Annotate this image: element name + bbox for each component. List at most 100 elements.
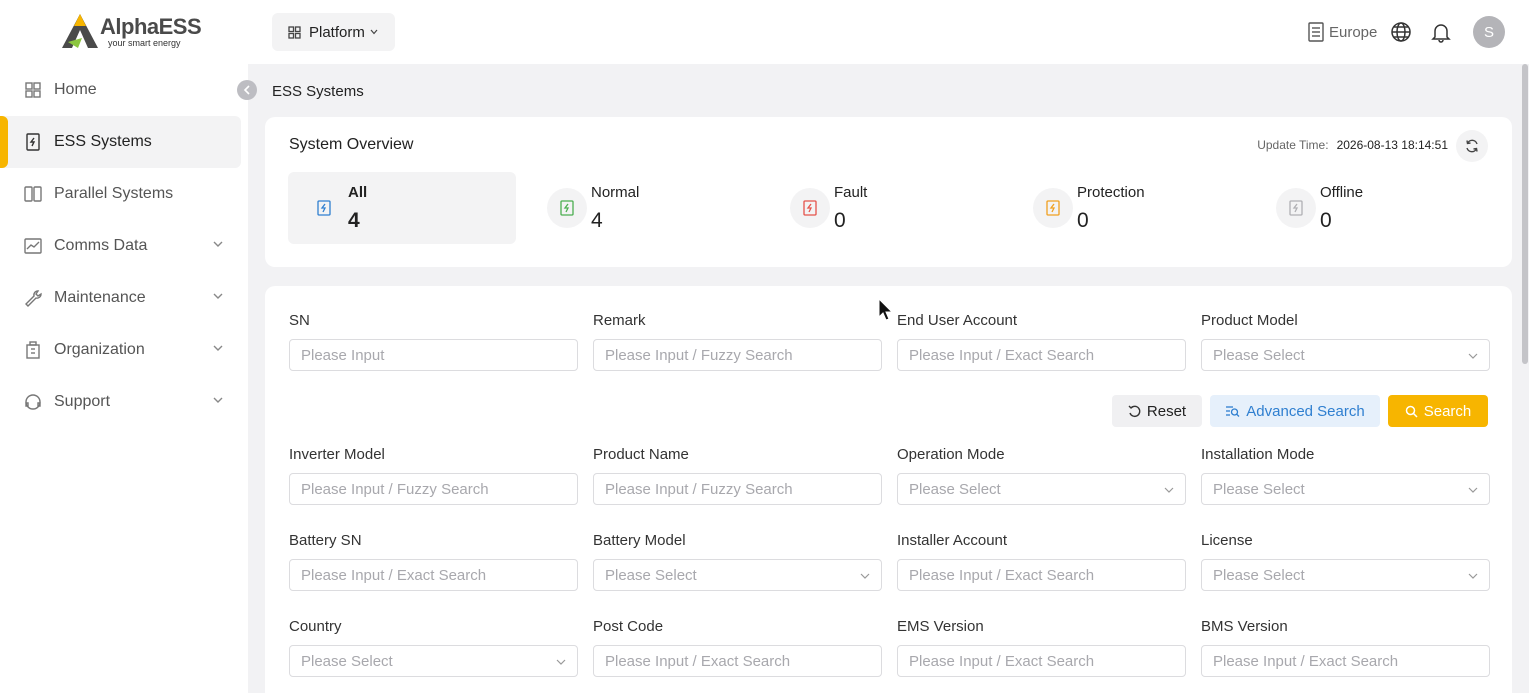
ess-status-icon <box>304 188 344 228</box>
sidebar-item-ess-systems[interactable]: ESS Systems <box>0 116 241 168</box>
globe-icon[interactable] <box>1390 21 1412 43</box>
reset-icon <box>1128 405 1141 417</box>
battery-model-select[interactable]: Please Select <box>593 559 882 591</box>
avatar[interactable]: S <box>1473 16 1505 48</box>
battery-sn-label: Battery SN <box>289 532 362 549</box>
end-user-account-input[interactable]: Please Input / Exact Search <box>897 339 1186 371</box>
advanced-search-button[interactable]: Advanced Search <box>1210 395 1380 427</box>
stat-label: Offline <box>1320 184 1364 201</box>
region-selector[interactable]: Europe <box>1307 22 1377 42</box>
battery-sn-input[interactable]: Please Input / Exact Search <box>289 559 578 591</box>
select-placeholder: Please Select <box>1213 480 1305 498</box>
product-model-select[interactable]: Please Select <box>1201 339 1490 371</box>
inverter-model-input[interactable]: Please Input / Fuzzy Search <box>289 473 578 505</box>
scrollbar-thumb[interactable] <box>1522 64 1528 364</box>
sidebar-item-label: Organization <box>54 341 145 358</box>
stat-all[interactable]: All 4 <box>288 172 516 244</box>
logo-brand: AlphaESS <box>100 14 202 39</box>
grid-icon <box>288 25 301 39</box>
chevron-down-icon <box>213 241 223 247</box>
sidebar-item-maintenance[interactable]: Maintenance <box>0 272 248 324</box>
support-icon <box>24 393 42 411</box>
page-scrollbar[interactable] <box>1521 64 1529 693</box>
license-label: License <box>1201 532 1253 549</box>
select-placeholder: Please Select <box>1213 346 1305 364</box>
ess-status-icon <box>1033 188 1073 228</box>
chevron-down-icon <box>213 345 223 351</box>
reset-button[interactable]: Reset <box>1112 395 1202 427</box>
chevron-down-icon <box>1468 487 1478 493</box>
advanced-search-label: Advanced Search <box>1246 402 1365 420</box>
sidebar-item-home[interactable]: Home <box>0 64 248 116</box>
operation-mode-select[interactable]: Please Select <box>897 473 1186 505</box>
ess-status-icon <box>1276 188 1316 228</box>
sidebar-item-label: Parallel Systems <box>54 185 174 202</box>
update-time-value: 2026-08-13 18:14:51 <box>1336 138 1448 152</box>
post-code-label: Post Code <box>593 618 664 635</box>
stat-normal[interactable]: Normal 4 <box>531 172 759 244</box>
product-name-label: Product Name <box>593 446 689 463</box>
country-select[interactable]: Please Select <box>289 645 578 677</box>
ess-status-icon <box>790 188 830 228</box>
logo-tagline: your smart energy <box>108 38 181 48</box>
stat-count: 0 <box>1320 209 1332 232</box>
search-label: Search <box>1423 402 1472 420</box>
sidebar-item-label: Home <box>54 81 97 98</box>
bell-icon[interactable] <box>1430 21 1452 43</box>
ess-status-icon <box>547 188 587 228</box>
sidebar-collapse-button[interactable] <box>237 80 257 100</box>
post-code-input[interactable]: Please Input / Exact Search <box>593 645 882 677</box>
chevron-down-icon <box>860 573 870 579</box>
search-filters-card: SN Please Input Remark Please Input / Fu… <box>265 286 1512 693</box>
stat-fault[interactable]: Fault 0 <box>774 172 1002 244</box>
search-icon <box>1405 405 1418 418</box>
update-time: Update Time: 2026-08-13 18:14:51 <box>1257 138 1448 152</box>
wrench-icon <box>24 289 42 307</box>
stat-label: Protection <box>1077 184 1145 201</box>
select-placeholder: Please Select <box>1213 566 1305 584</box>
select-placeholder: Please Select <box>301 652 393 670</box>
installation-mode-select[interactable]: Please Select <box>1201 473 1490 505</box>
chevron-left-icon <box>243 85 250 95</box>
sidebar-item-parallel-systems[interactable]: Parallel Systems <box>0 168 248 220</box>
chevron-down-icon <box>370 29 378 35</box>
sidebar-item-support[interactable]: Support <box>0 376 248 428</box>
refresh-button[interactable] <box>1456 130 1488 162</box>
product-model-label: Product Model <box>1201 312 1298 329</box>
parallel-icon <box>24 185 42 203</box>
sn-label: SN <box>289 312 310 329</box>
license-select[interactable]: Please Select <box>1201 559 1490 591</box>
search-button[interactable]: Search <box>1388 395 1488 427</box>
select-placeholder: Please Select <box>909 480 1001 498</box>
battery-model-label: Battery Model <box>593 532 686 549</box>
bms-version-label: BMS Version <box>1201 618 1288 635</box>
remark-label: Remark <box>593 312 646 329</box>
operation-mode-label: Operation Mode <box>897 446 1005 463</box>
stat-label: All <box>348 184 368 201</box>
sidebar-item-label: ESS Systems <box>54 133 152 150</box>
refresh-icon <box>1466 139 1478 153</box>
select-placeholder: Please Select <box>605 566 697 584</box>
platform-dropdown[interactable]: Platform <box>272 13 395 51</box>
stat-offline[interactable]: Offline 0 <box>1260 172 1488 244</box>
bms-version-input[interactable]: Please Input / Exact Search <box>1201 645 1490 677</box>
platform-label: Platform <box>309 23 365 41</box>
stat-protection[interactable]: Protection 0 <box>1017 172 1245 244</box>
chevron-down-icon <box>1468 573 1478 579</box>
ems-version-input[interactable]: Please Input / Exact Search <box>897 645 1186 677</box>
mouse-cursor-icon <box>878 298 894 321</box>
sidebar-item-comms-data[interactable]: Comms Data <box>0 220 248 272</box>
stat-count: 4 <box>348 209 360 232</box>
remark-input[interactable]: Please Input / Fuzzy Search <box>593 339 882 371</box>
chevron-down-icon <box>1468 353 1478 359</box>
sn-input[interactable]: Please Input <box>289 339 578 371</box>
sidebar-item-organization[interactable]: Organization <box>0 324 248 376</box>
building-icon <box>24 341 42 359</box>
alphaess-logo[interactable]: AlphaESS your smart energy <box>60 12 202 52</box>
installer-account-input[interactable]: Please Input / Exact Search <box>897 559 1186 591</box>
reset-label: Reset <box>1146 402 1187 420</box>
country-label: Country <box>289 618 342 635</box>
stat-count: 0 <box>834 209 846 232</box>
product-name-input[interactable]: Please Input / Fuzzy Search <box>593 473 882 505</box>
chevron-down-icon <box>556 659 566 665</box>
